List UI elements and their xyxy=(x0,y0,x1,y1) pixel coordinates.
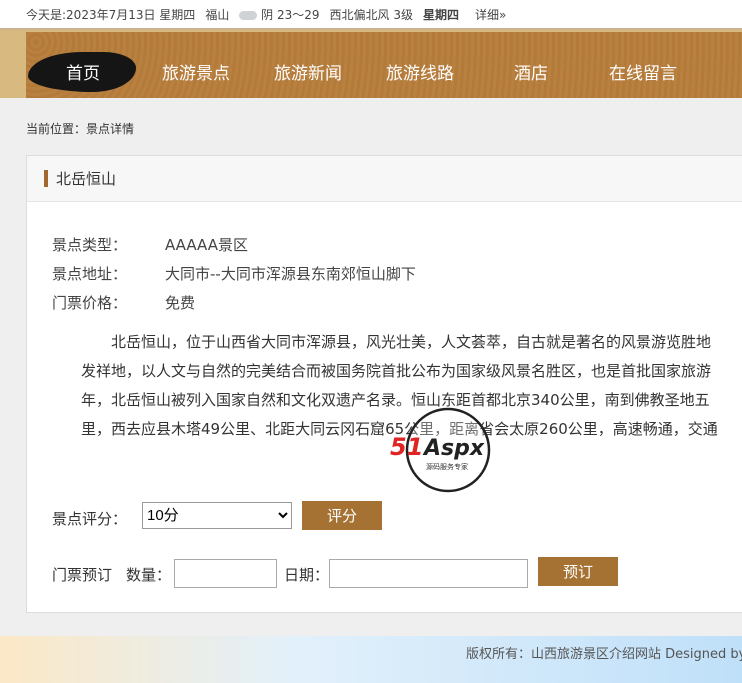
booking-label: 门票预订 xyxy=(52,566,113,584)
svg-text:Aspx: Aspx xyxy=(422,436,485,461)
wind-text: 西北偏北风 3级 xyxy=(329,7,413,22)
date-label: 日期： xyxy=(284,566,330,584)
rating-label: 景点评分： xyxy=(52,510,128,528)
info-price: 门票价格： 免费 xyxy=(52,294,196,312)
quantity-input[interactable] xyxy=(174,559,277,588)
main-nav: 首页 旅游景点 旅游新闻 旅游线路 酒店 在线留言 xyxy=(0,30,742,98)
info-address: 景点地址： 大同市--大同市浑源县东南郊恒山脚下 xyxy=(52,265,416,283)
svg-text:源码服务专家: 源码服务专家 xyxy=(426,462,468,471)
nav-attractions[interactable]: 旅游景点 xyxy=(162,59,230,84)
nav-news[interactable]: 旅游新闻 xyxy=(274,59,342,84)
city-text: 福山 xyxy=(205,7,230,22)
title-bar-accent xyxy=(44,170,48,187)
nav-guestbook[interactable]: 在线留言 xyxy=(609,59,677,84)
weather-text: 阴 23～29 xyxy=(261,7,320,22)
top-info-bar: 今天是:2023年7月13日 星期四 福山 阴 23～29 西北偏北风 3级 星… xyxy=(0,0,742,30)
date-input[interactable] xyxy=(329,559,528,588)
date-text: 今天是:2023年7月13日 星期四 xyxy=(26,7,196,22)
rate-button[interactable]: 评分 xyxy=(302,501,382,530)
attraction-panel: 北岳恒山 景点类型： AAAAA景区 景点地址： 大同市--大同市浑源县东南郊恒山脚… xyxy=(26,155,742,613)
footer: 版权所有：山西旅游景区介绍网站 Designed by 管理 xyxy=(0,636,742,683)
weather-detail-link[interactable]: 详细» xyxy=(475,6,506,23)
cloud-icon xyxy=(239,10,258,20)
info-type: 景点类型： AAAAA景区 xyxy=(52,236,248,254)
rating-select[interactable]: 10分 xyxy=(142,502,292,529)
watermark-logo: 51 Aspx 源码服务专家 xyxy=(390,407,491,493)
nav-routes[interactable]: 旅游线路 xyxy=(386,59,454,84)
svg-text:51: 51 xyxy=(390,433,423,461)
weekday-text: 星期四 xyxy=(422,7,459,22)
nav-hotel[interactable]: 酒店 xyxy=(514,59,548,84)
book-button[interactable]: 预订 xyxy=(538,557,618,586)
quantity-label: 数量： xyxy=(126,566,172,584)
nav-home[interactable]: 首页 xyxy=(66,59,100,84)
page-title: 北岳恒山 xyxy=(56,170,117,188)
breadcrumb: 当前位置：景点详情 xyxy=(26,122,135,136)
